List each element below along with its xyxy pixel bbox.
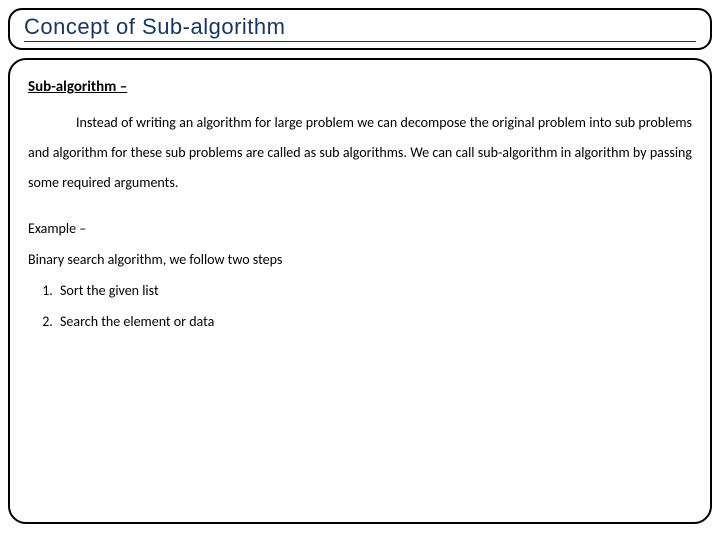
content-container: Sub-algorithm – Instead of writing an al…: [8, 58, 712, 524]
steps-list: Sort the given list Search the element o…: [28, 280, 692, 333]
page-title: Concept of Sub-algorithm: [24, 14, 696, 42]
list-item: Sort the given list: [56, 280, 692, 302]
example-label: Example –: [28, 220, 692, 237]
steps-intro: Binary search algorithm, we follow two s…: [28, 251, 692, 268]
title-container: Concept of Sub-algorithm: [8, 8, 712, 50]
subheading: Sub-algorithm –: [28, 78, 692, 96]
body-paragraph: Instead of writing an algorithm for larg…: [28, 108, 692, 198]
list-item: Search the element or data: [56, 311, 692, 333]
